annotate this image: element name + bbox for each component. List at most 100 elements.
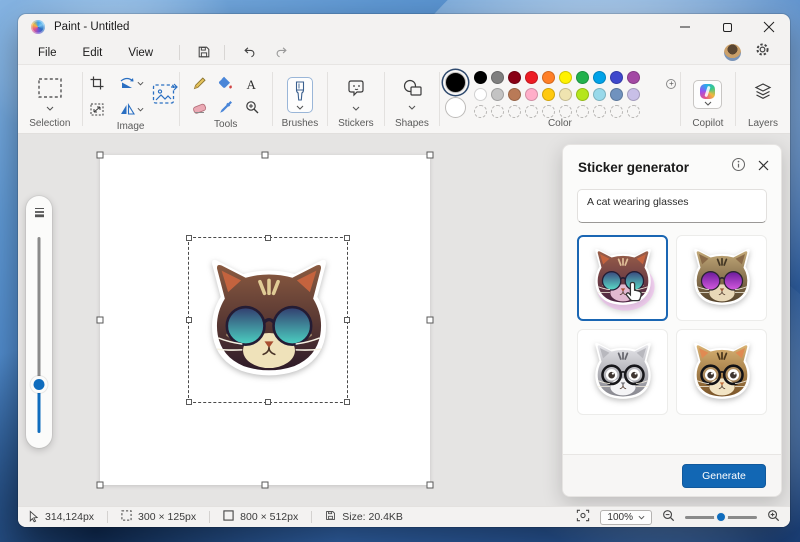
empty-color-slot[interactable] — [610, 105, 623, 118]
chevron-down-icon[interactable] — [408, 105, 416, 110]
color-swatch[interactable] — [559, 88, 572, 101]
color-swatch[interactable] — [491, 88, 504, 101]
minimize-button[interactable] — [664, 14, 706, 40]
color-swatch[interactable] — [576, 71, 589, 84]
canvas-resize-handle[interactable] — [427, 482, 434, 489]
layers-button[interactable] — [753, 82, 773, 107]
menu-edit[interactable]: Edit — [83, 44, 103, 62]
canvas-resize-handle[interactable] — [97, 317, 104, 324]
color-swatch[interactable] — [559, 71, 572, 84]
fit-to-screen-button[interactable] — [576, 509, 590, 525]
color-swatch[interactable] — [508, 88, 521, 101]
empty-color-slot[interactable] — [593, 105, 606, 118]
color-swatch[interactable] — [610, 88, 623, 101]
magnifier-tool[interactable] — [239, 95, 265, 119]
color-swatch[interactable] — [610, 71, 623, 84]
selection-resize-handle[interactable] — [344, 399, 350, 405]
selection-resize-handle[interactable] — [265, 399, 271, 405]
info-icon[interactable] — [731, 157, 746, 177]
remove-background-button[interactable] — [152, 82, 178, 111]
empty-color-slot[interactable] — [508, 105, 521, 118]
color-swatch[interactable] — [491, 71, 504, 84]
fill-tool[interactable] — [213, 71, 239, 95]
flip-button[interactable] — [116, 97, 148, 121]
resize-button[interactable] — [84, 97, 110, 121]
sticker-thumbnail-cat-purple-sunglasses[interactable] — [676, 235, 767, 321]
canvas-resize-handle[interactable] — [262, 152, 269, 159]
menu-view[interactable]: View — [128, 44, 153, 62]
selection-box[interactable] — [188, 237, 348, 403]
copilot-button[interactable] — [693, 80, 722, 109]
stickers-button[interactable] — [346, 78, 366, 103]
shapes-button[interactable] — [402, 79, 422, 102]
color-swatch[interactable] — [627, 88, 640, 101]
sticker-thumbnail-cat-gray-eyeglasses[interactable] — [577, 329, 668, 415]
canvas-resize-handle[interactable] — [427, 317, 434, 324]
color-swatch[interactable] — [627, 71, 640, 84]
generate-button[interactable]: Generate — [682, 464, 766, 488]
color-swatch[interactable] — [474, 71, 487, 84]
empty-color-slot[interactable] — [542, 105, 555, 118]
color-swatch[interactable] — [474, 88, 487, 101]
color-swatch[interactable] — [525, 71, 538, 84]
account-avatar[interactable] — [724, 44, 741, 61]
slider-thumb[interactable] — [34, 379, 45, 390]
maximize-button[interactable] — [706, 14, 748, 40]
color-swatch[interactable] — [542, 71, 555, 84]
canvas-resize-handle[interactable] — [97, 152, 104, 159]
selection-resize-handle[interactable] — [265, 235, 271, 241]
sticker-thumbnail-cat-tabby-eyeglasses[interactable] — [676, 329, 767, 415]
save-button[interactable] — [192, 42, 216, 62]
zoom-level-dropdown[interactable]: 100% — [600, 510, 652, 525]
color-swatch[interactable] — [542, 88, 555, 101]
zoom-out-button[interactable] — [662, 509, 675, 525]
size-slider[interactable] — [26, 229, 52, 439]
divider — [439, 72, 440, 126]
undo-button[interactable] — [237, 42, 261, 62]
sticker-thumbnail-cat-teal-sunglasses[interactable] — [577, 235, 668, 321]
color-swatch[interactable] — [508, 71, 521, 84]
canvas-resize-handle[interactable] — [427, 152, 434, 159]
secondary-color-swatch[interactable] — [445, 97, 466, 118]
color-swatch[interactable] — [576, 88, 589, 101]
selection-resize-handle[interactable] — [344, 317, 350, 323]
chevron-down-icon[interactable] — [46, 106, 54, 111]
close-button[interactable] — [748, 14, 790, 40]
selection-tool-button[interactable] — [38, 78, 62, 103]
brushes-button[interactable] — [287, 77, 313, 113]
selection-resize-handle[interactable] — [186, 399, 192, 405]
selected-sticker-image[interactable] — [195, 242, 343, 398]
empty-color-slot[interactable] — [576, 105, 589, 118]
canvas-resize-handle[interactable] — [262, 482, 269, 489]
zoom-slider[interactable] — [685, 511, 757, 523]
text-tool[interactable]: A — [239, 71, 265, 95]
color-swatch[interactable] — [525, 88, 538, 101]
selection-resize-handle[interactable] — [186, 235, 192, 241]
edit-colors-button[interactable]: + — [648, 82, 674, 108]
color-swatch[interactable] — [593, 71, 606, 84]
primary-color-swatch[interactable] — [445, 72, 466, 93]
zoom-slider-thumb[interactable] — [716, 512, 726, 522]
settings-gear-icon[interactable] — [755, 42, 770, 62]
selection-resize-handle[interactable] — [186, 317, 192, 323]
empty-color-slot[interactable] — [525, 105, 538, 118]
pencil-tool[interactable] — [187, 71, 213, 95]
prompt-input[interactable]: A cat wearing glasses — [577, 189, 767, 223]
eyedropper-tool[interactable] — [213, 95, 239, 119]
canvas-resize-handle[interactable] — [97, 482, 104, 489]
crop-button[interactable] — [84, 71, 110, 95]
empty-color-slot[interactable] — [474, 105, 487, 118]
rotate-button[interactable] — [116, 71, 148, 95]
eraser-tool[interactable] — [187, 95, 213, 119]
redo-button[interactable] — [269, 42, 293, 62]
panel-close-icon[interactable] — [758, 158, 769, 176]
zoom-in-button[interactable] — [767, 509, 780, 525]
color-swatch[interactable] — [593, 88, 606, 101]
selection-resize-handle[interactable] — [344, 235, 350, 241]
chevron-down-icon[interactable] — [352, 106, 360, 111]
menu-file[interactable]: File — [38, 44, 57, 62]
empty-color-slot[interactable] — [627, 105, 640, 118]
empty-color-slot[interactable] — [491, 105, 504, 118]
drawing-canvas[interactable] — [100, 155, 430, 485]
empty-color-slot[interactable] — [559, 105, 572, 118]
